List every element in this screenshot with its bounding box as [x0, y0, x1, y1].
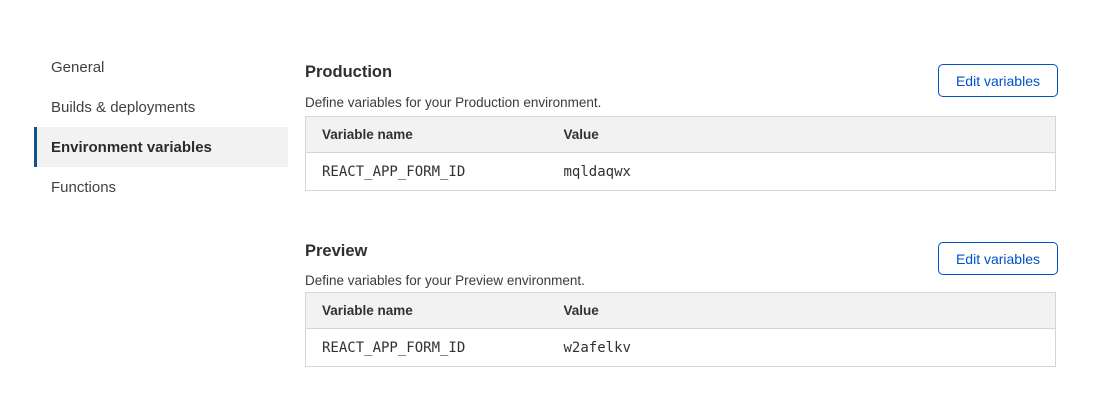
production-variables-table: Variable name Value REACT_APP_FORM_ID mq…	[305, 116, 1056, 191]
preview-variables-table: Variable name Value REACT_APP_FORM_ID w2…	[305, 292, 1056, 367]
variable-name-column-header: Variable name	[306, 117, 548, 153]
variable-value-cell: w2afelkv	[548, 329, 1056, 367]
production-section-description: Define variables for your Production env…	[305, 95, 601, 111]
sidebar-item-general[interactable]: General	[34, 47, 288, 87]
variable-name-cell: REACT_APP_FORM_ID	[306, 153, 548, 191]
sidebar-item-label: Builds & deployments	[51, 99, 195, 116]
sidebar-item-environment-variables[interactable]: Environment variables	[34, 127, 288, 167]
production-section-title: Production	[305, 63, 392, 81]
sidebar-item-label: Environment variables	[51, 139, 212, 156]
table-header-row: Variable name Value	[306, 117, 1056, 153]
sidebar-item-functions[interactable]: Functions	[34, 167, 288, 207]
production-edit-variables-button[interactable]: Edit variables	[938, 64, 1058, 97]
value-column-header: Value	[548, 293, 1056, 329]
environment-variables-panel: Production Define variables for your Pro…	[305, 0, 1057, 420]
table-row: REACT_APP_FORM_ID w2afelkv	[306, 329, 1056, 367]
preview-section-description: Define variables for your Preview enviro…	[305, 273, 585, 289]
variable-name-column-header: Variable name	[306, 293, 548, 329]
value-column-header: Value	[548, 117, 1056, 153]
sidebar-item-builds-deployments[interactable]: Builds & deployments	[34, 87, 288, 127]
sidebar-item-label: Functions	[51, 179, 116, 196]
table-header-row: Variable name Value	[306, 293, 1056, 329]
settings-sidebar: General Builds & deployments Environment…	[34, 47, 288, 207]
variable-name-cell: REACT_APP_FORM_ID	[306, 329, 548, 367]
preview-edit-variables-button[interactable]: Edit variables	[938, 242, 1058, 275]
variable-value-cell: mqldaqwx	[548, 153, 1056, 191]
table-row: REACT_APP_FORM_ID mqldaqwx	[306, 153, 1056, 191]
sidebar-item-label: General	[51, 59, 104, 76]
preview-section-title: Preview	[305, 242, 367, 260]
